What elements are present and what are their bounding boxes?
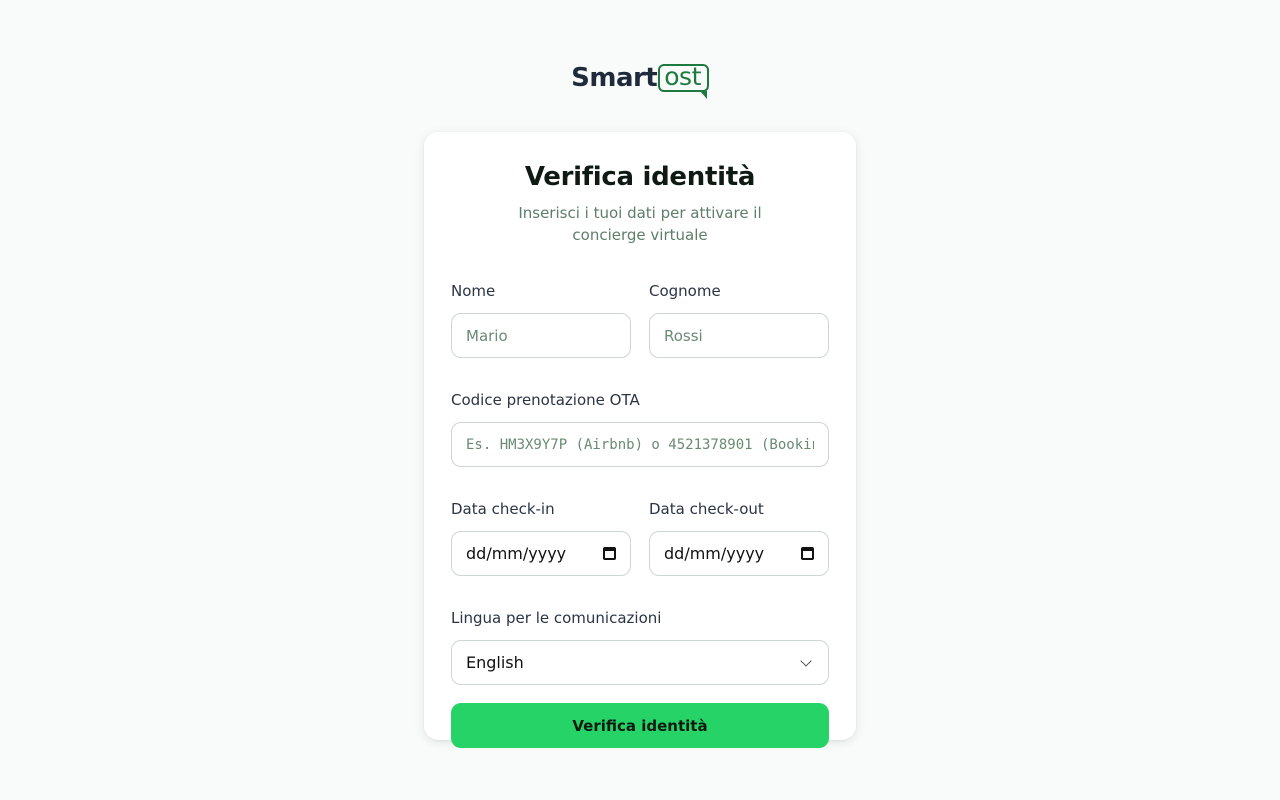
checkin-date-input[interactable]: dd/mm/yyyy	[451, 531, 631, 576]
first-name-field: Nome	[451, 281, 631, 358]
checkout-date-input[interactable]: dd/mm/yyyy	[649, 531, 829, 576]
calendar-icon[interactable]	[603, 547, 616, 560]
checkout-field: Data check-out dd/mm/yyyy	[649, 499, 829, 576]
card-subtitle: Inserisci i tuoi dati per attivare il co…	[518, 204, 762, 244]
calendar-icon[interactable]	[801, 547, 814, 560]
dates-row: Data check-in dd/mm/yyyy Data check-out …	[451, 499, 829, 576]
first-name-input[interactable]	[451, 313, 631, 358]
checkout-label: Data check-out	[649, 500, 764, 518]
booking-code-input[interactable]	[451, 422, 829, 467]
logo-speech-bubble: ost	[658, 64, 709, 99]
language-label: Lingua per le comunicazioni	[451, 609, 662, 627]
first-name-label: Nome	[451, 282, 496, 300]
logo-text: Smart	[571, 63, 658, 93]
checkin-label: Data check-in	[451, 500, 555, 518]
chevron-down-icon	[800, 654, 812, 667]
checkin-field: Data check-in dd/mm/yyyy	[451, 499, 631, 576]
last-name-input[interactable]	[649, 313, 829, 358]
card-title: Verifica identità	[524, 162, 756, 192]
smartost-logo: Smart ost	[0, 60, 1280, 99]
verification-card: Verifica identità Inserisci i tuoi dati …	[424, 132, 856, 748]
booking-code-label: Codice prenotazione OTA	[451, 391, 640, 409]
checkout-date-text: dd/mm/yyyy	[664, 544, 765, 563]
last-name-field: Cognome	[649, 281, 829, 358]
language-select[interactable]: English	[451, 640, 829, 685]
language-field: Lingua per le comunicazioni English	[451, 608, 829, 685]
verify-identity-button[interactable]: Verifica identità	[451, 703, 829, 748]
language-selected-value: English	[466, 653, 524, 672]
submit-wrapper: Verifica identità	[451, 703, 829, 748]
booking-code-field: Codice prenotazione OTA	[451, 390, 829, 467]
name-row: Nome Cognome	[451, 281, 829, 358]
last-name-label: Cognome	[649, 282, 721, 300]
checkin-date-text: dd/mm/yyyy	[466, 544, 567, 563]
verification-page: Smart ost Verifica identità Inserisci i …	[0, 0, 1280, 800]
